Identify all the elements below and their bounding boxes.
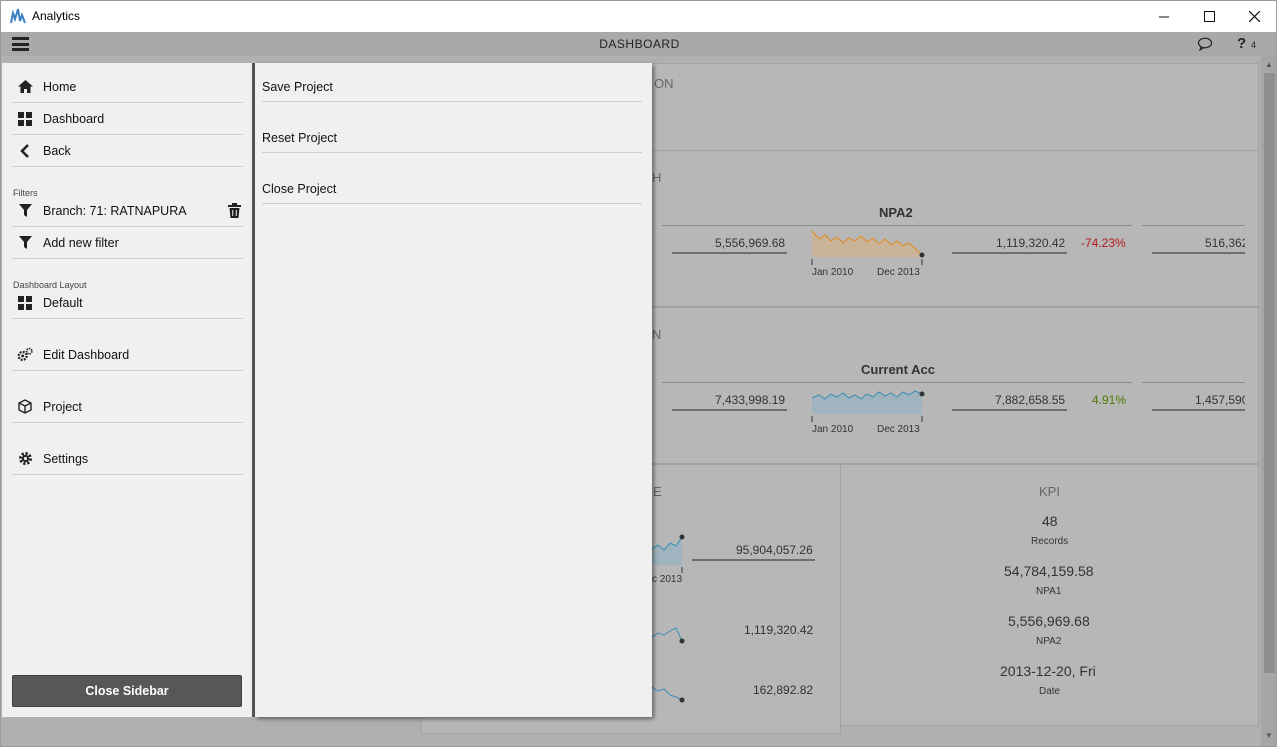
row3-spark-end-label: c 2013: [652, 574, 683, 585]
row1-value-right-rule: [952, 252, 1067, 254]
sidebar-item-dashboard[interactable]: Dashboard: [12, 103, 243, 135]
add-filter-button[interactable]: Add new filter: [12, 227, 243, 259]
window-title: Analytics: [32, 9, 81, 23]
row3-heading-fragment: E: [653, 484, 662, 499]
row1-value-clipped-rule: [1152, 252, 1245, 254]
minimize-button[interactable]: [1141, 1, 1187, 32]
filter-icon: [17, 235, 33, 251]
row2-spark-start-label: Jan 2010: [812, 424, 854, 435]
row1-spark-end-label: Dec 2013: [877, 267, 920, 278]
row2-value-right-rule: [952, 409, 1067, 411]
row2-title-rule-right: [1142, 382, 1245, 383]
row2-value-left: 7,433,998.19: [715, 393, 786, 407]
scrollbar-thumb[interactable]: [1264, 73, 1275, 673]
row2-heading-fragment: N: [652, 327, 662, 342]
kpi-npa2-label: NPA2: [1036, 636, 1062, 647]
row2-value-right: 7,882,658.55: [995, 393, 1066, 407]
maximize-button[interactable]: [1186, 1, 1232, 32]
kpi-date-value: 2013-12-20, Fri: [1000, 663, 1096, 679]
sidebar-item-back[interactable]: Back: [12, 135, 243, 167]
page-title: DASHBOARD: [599, 37, 680, 51]
maximize-icon: [1203, 11, 1215, 22]
minimize-icon: [1159, 16, 1169, 17]
row1-title-rule: [662, 225, 1132, 226]
dashboard-grid-icon: [17, 295, 33, 311]
edit-dashboard-button[interactable]: Edit Dashboard: [12, 339, 243, 371]
edit-dashboard-label: Edit Dashboard: [43, 347, 130, 362]
row2-value-left-rule: [672, 409, 787, 411]
row1-heading-fragment: ON: [654, 76, 674, 91]
kpi-npa1-value: 54,784,159.58: [1004, 563, 1094, 579]
gear-icon: [17, 451, 33, 467]
layout-default[interactable]: Default: [12, 287, 243, 319]
close-window-button[interactable]: [1231, 1, 1276, 32]
close-icon: [1248, 11, 1260, 22]
sidebar-item-label: Home: [43, 79, 77, 94]
analytics-window: Analytics DASHBOARD ? 4 ▲ ▼ ON H NPA2 5,…: [0, 0, 1277, 747]
trash-icon[interactable]: [228, 203, 241, 218]
sidebar-item-home[interactable]: Home: [12, 71, 243, 103]
sidebar: Home Dashboard Back Filters Branch: 71: …: [2, 63, 252, 717]
scroll-up-arrow-icon[interactable]: ▲: [1265, 60, 1273, 69]
kpi-title: KPI: [1039, 484, 1060, 499]
kpi-records-label: Records: [1031, 536, 1069, 547]
cogs-icon: [17, 347, 33, 363]
add-filter-label: Add new filter: [43, 235, 119, 250]
home-icon: [17, 79, 33, 95]
row3-value-1: 95,904,057.26: [736, 543, 813, 557]
sidebar-item-label: Dashboard: [43, 111, 105, 126]
row1-value-clipped: 516,362: [1205, 236, 1245, 250]
layout-label: Default: [43, 295, 83, 310]
filter-icon: [17, 203, 33, 219]
row1-spark-start-label: Jan 2010: [812, 267, 854, 278]
project-menu: Save Project Reset Project Close Project: [255, 63, 652, 717]
kpi-npa2-value: 5,556,969.68: [1008, 613, 1090, 629]
row1-value-left-rule: [672, 252, 787, 254]
close-sidebar-button[interactable]: Close Sidebar: [12, 675, 242, 707]
row2-spark-end-label: Dec 2013: [877, 424, 920, 435]
project-label: Project: [43, 399, 82, 414]
row1-title-rule-right: [1142, 225, 1245, 226]
row3-sparkline-1: [652, 534, 685, 573]
row1-subheading-fragment: H: [652, 170, 662, 185]
row3-value-2: 1,119,320.42: [744, 623, 814, 637]
analytics-logo-icon: [10, 8, 26, 24]
kpi-records-value: 48: [1042, 513, 1058, 529]
chevron-left-icon: [17, 143, 33, 159]
row1-sparkline: [811, 230, 925, 265]
close-project-button[interactable]: Close Project: [262, 174, 642, 204]
title-bar: Analytics: [1, 1, 1276, 32]
filter-label: Branch: 71: RATNAPURA: [43, 203, 187, 218]
row2-title-rule: [662, 382, 1132, 383]
row1-metric-title: NPA2: [879, 205, 913, 220]
help-count-badge: 4: [1251, 40, 1257, 50]
row3-value-3: 162,892.82: [753, 683, 814, 697]
row2-value-clipped: 1,457,590: [1195, 393, 1245, 407]
row1-change: -74.23%: [1081, 236, 1126, 250]
kpi-date-label: Date: [1039, 686, 1061, 697]
app-toolbar: DASHBOARD ? 4: [1, 32, 1276, 56]
row3-sparkline-2: [652, 627, 685, 644]
row2-value-clipped-rule: [1152, 409, 1245, 411]
cube-icon: [17, 399, 33, 415]
filter-item-branch[interactable]: Branch: 71: RATNAPURA: [12, 195, 243, 227]
comment-icon[interactable]: [1197, 37, 1213, 51]
row1-value-right: 1,119,320.42: [996, 236, 1066, 250]
settings-button[interactable]: Settings: [12, 443, 243, 475]
row3-value-1-rule: [692, 559, 815, 561]
help-icon[interactable]: ?: [1237, 35, 1246, 52]
row2-metric-title: Current Acc: [861, 362, 935, 377]
scroll-down-arrow-icon[interactable]: ▼: [1265, 731, 1273, 740]
row1-value-left: 5,556,969.68: [715, 236, 786, 250]
row2-change: 4.91%: [1092, 393, 1127, 407]
kpi-npa1-label: NPA1: [1036, 586, 1062, 597]
reset-project-button[interactable]: Reset Project: [262, 123, 642, 153]
sidebar-item-label: Back: [43, 143, 71, 158]
settings-label: Settings: [43, 451, 89, 466]
save-project-button[interactable]: Save Project: [262, 72, 642, 102]
project-button[interactable]: Project: [12, 391, 243, 423]
dashboard-grid-icon: [17, 111, 33, 127]
row2-sparkline: [811, 390, 925, 422]
row3-sparkline-3: [652, 686, 685, 703]
